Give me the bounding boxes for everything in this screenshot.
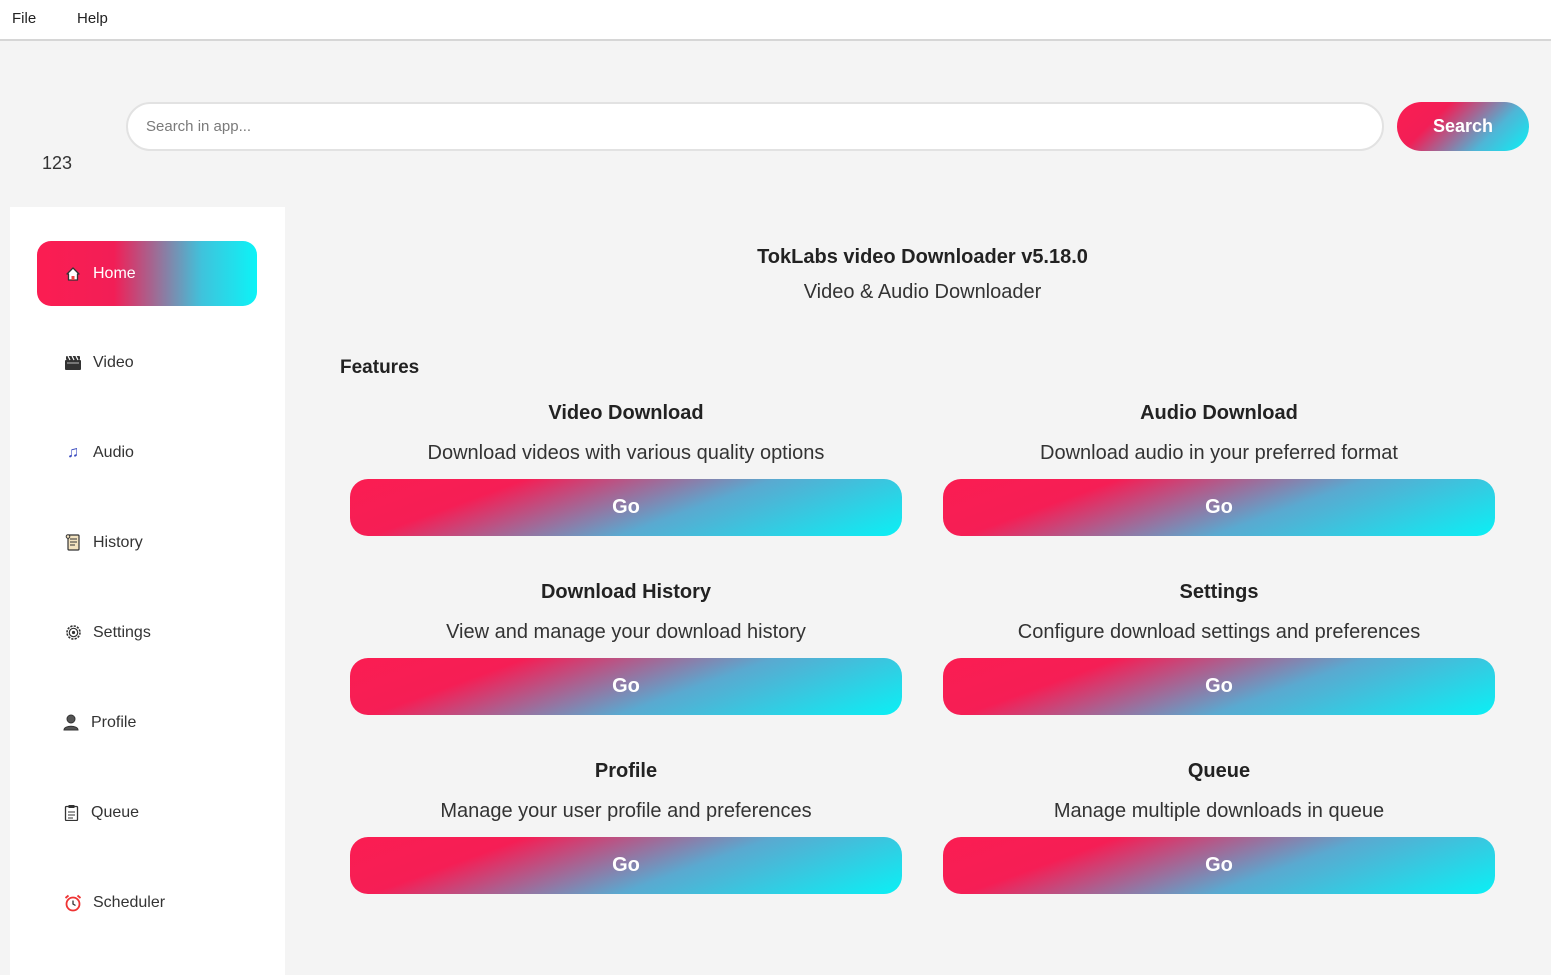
sidebar-item-scheduler[interactable]: Scheduler: [37, 870, 257, 935]
sidebar-item-queue[interactable]: Queue: [37, 780, 257, 845]
card-title: Audio Download: [1140, 402, 1298, 424]
sidebar-item-label: Video: [93, 353, 134, 371]
profile-go-button[interactable]: Go: [350, 837, 902, 894]
feature-card-profile: Profile Manage your user profile and pre…: [350, 760, 902, 920]
card-description: Manage your user profile and preferences: [440, 800, 812, 822]
queue-go-button[interactable]: Go: [943, 837, 1495, 894]
search-input[interactable]: [128, 104, 1382, 149]
card-title: Queue: [1187, 760, 1251, 782]
feature-card-queue: Queue Manage multiple downloads in queue…: [943, 760, 1495, 920]
clipboard-icon: [61, 803, 81, 823]
sidebar-item-audio[interactable]: ♫ Audio: [37, 420, 257, 485]
sidebar-item-video[interactable]: Video: [37, 330, 257, 395]
sidebar-item-history[interactable]: History: [37, 510, 257, 575]
card-description: Manage multiple downloads in queue: [1053, 800, 1385, 822]
card-description: Download videos with various quality opt…: [427, 442, 825, 464]
features-heading: Features: [340, 357, 420, 378]
menu-help[interactable]: Help: [77, 10, 108, 27]
feature-card-audio-download: Audio Download Download audio in your pr…: [943, 402, 1495, 562]
card-description: View and manage your download history: [446, 621, 806, 643]
alarm-clock-icon: [63, 893, 83, 913]
video-download-go-button[interactable]: Go: [350, 479, 902, 536]
scroll-icon: [63, 533, 83, 553]
sidebar-item-label: Settings: [93, 623, 151, 641]
sidebar-item-label: Audio: [93, 443, 134, 461]
sidebar-item-settings[interactable]: Settings: [37, 600, 257, 665]
sidebar: Home Video ♫ Audio History Settings Prof…: [10, 207, 285, 975]
sidebar-item-label: Profile: [91, 713, 137, 731]
card-title: Download History: [540, 581, 711, 603]
home-icon: [63, 264, 83, 284]
sidebar-item-profile[interactable]: Profile: [37, 690, 257, 755]
counter-label: 123: [42, 153, 73, 173]
card-description: Configure download settings and preferen…: [1017, 621, 1421, 643]
sidebar-item-label: Scheduler: [93, 893, 166, 911]
audio-download-go-button[interactable]: Go: [943, 479, 1495, 536]
card-title: Video Download: [548, 402, 704, 424]
app-title: TokLabs video Downloader v5.18.0: [757, 246, 1088, 268]
feature-card-settings: Settings Configure download settings and…: [943, 581, 1495, 741]
menu-file[interactable]: File: [12, 10, 36, 27]
sidebar-item-label: Home: [93, 264, 136, 282]
feature-card-video-download: Video Download Download videos with vari…: [350, 402, 902, 562]
gear-icon: [63, 623, 83, 643]
card-description: Download audio in your preferred format: [1040, 442, 1398, 464]
card-title: Profile: [594, 760, 658, 782]
search-button[interactable]: Search: [1397, 102, 1529, 151]
card-title: Settings: [1179, 581, 1259, 603]
music-note-icon: ♫: [67, 443, 79, 461]
app-subtitle: Video & Audio Downloader: [803, 281, 1042, 303]
sidebar-item-label: Queue: [91, 803, 140, 821]
user-icon: [61, 713, 81, 733]
video-icon: [63, 353, 83, 373]
sidebar-item-home[interactable]: Home: [37, 241, 257, 306]
menu-bar: File Help: [0, 0, 1551, 41]
download-history-go-button[interactable]: Go: [350, 658, 902, 715]
feature-card-download-history: Download History View and manage your do…: [350, 581, 902, 741]
search-box: [126, 102, 1384, 151]
sidebar-item-label: History: [93, 533, 143, 551]
settings-go-button[interactable]: Go: [943, 658, 1495, 715]
